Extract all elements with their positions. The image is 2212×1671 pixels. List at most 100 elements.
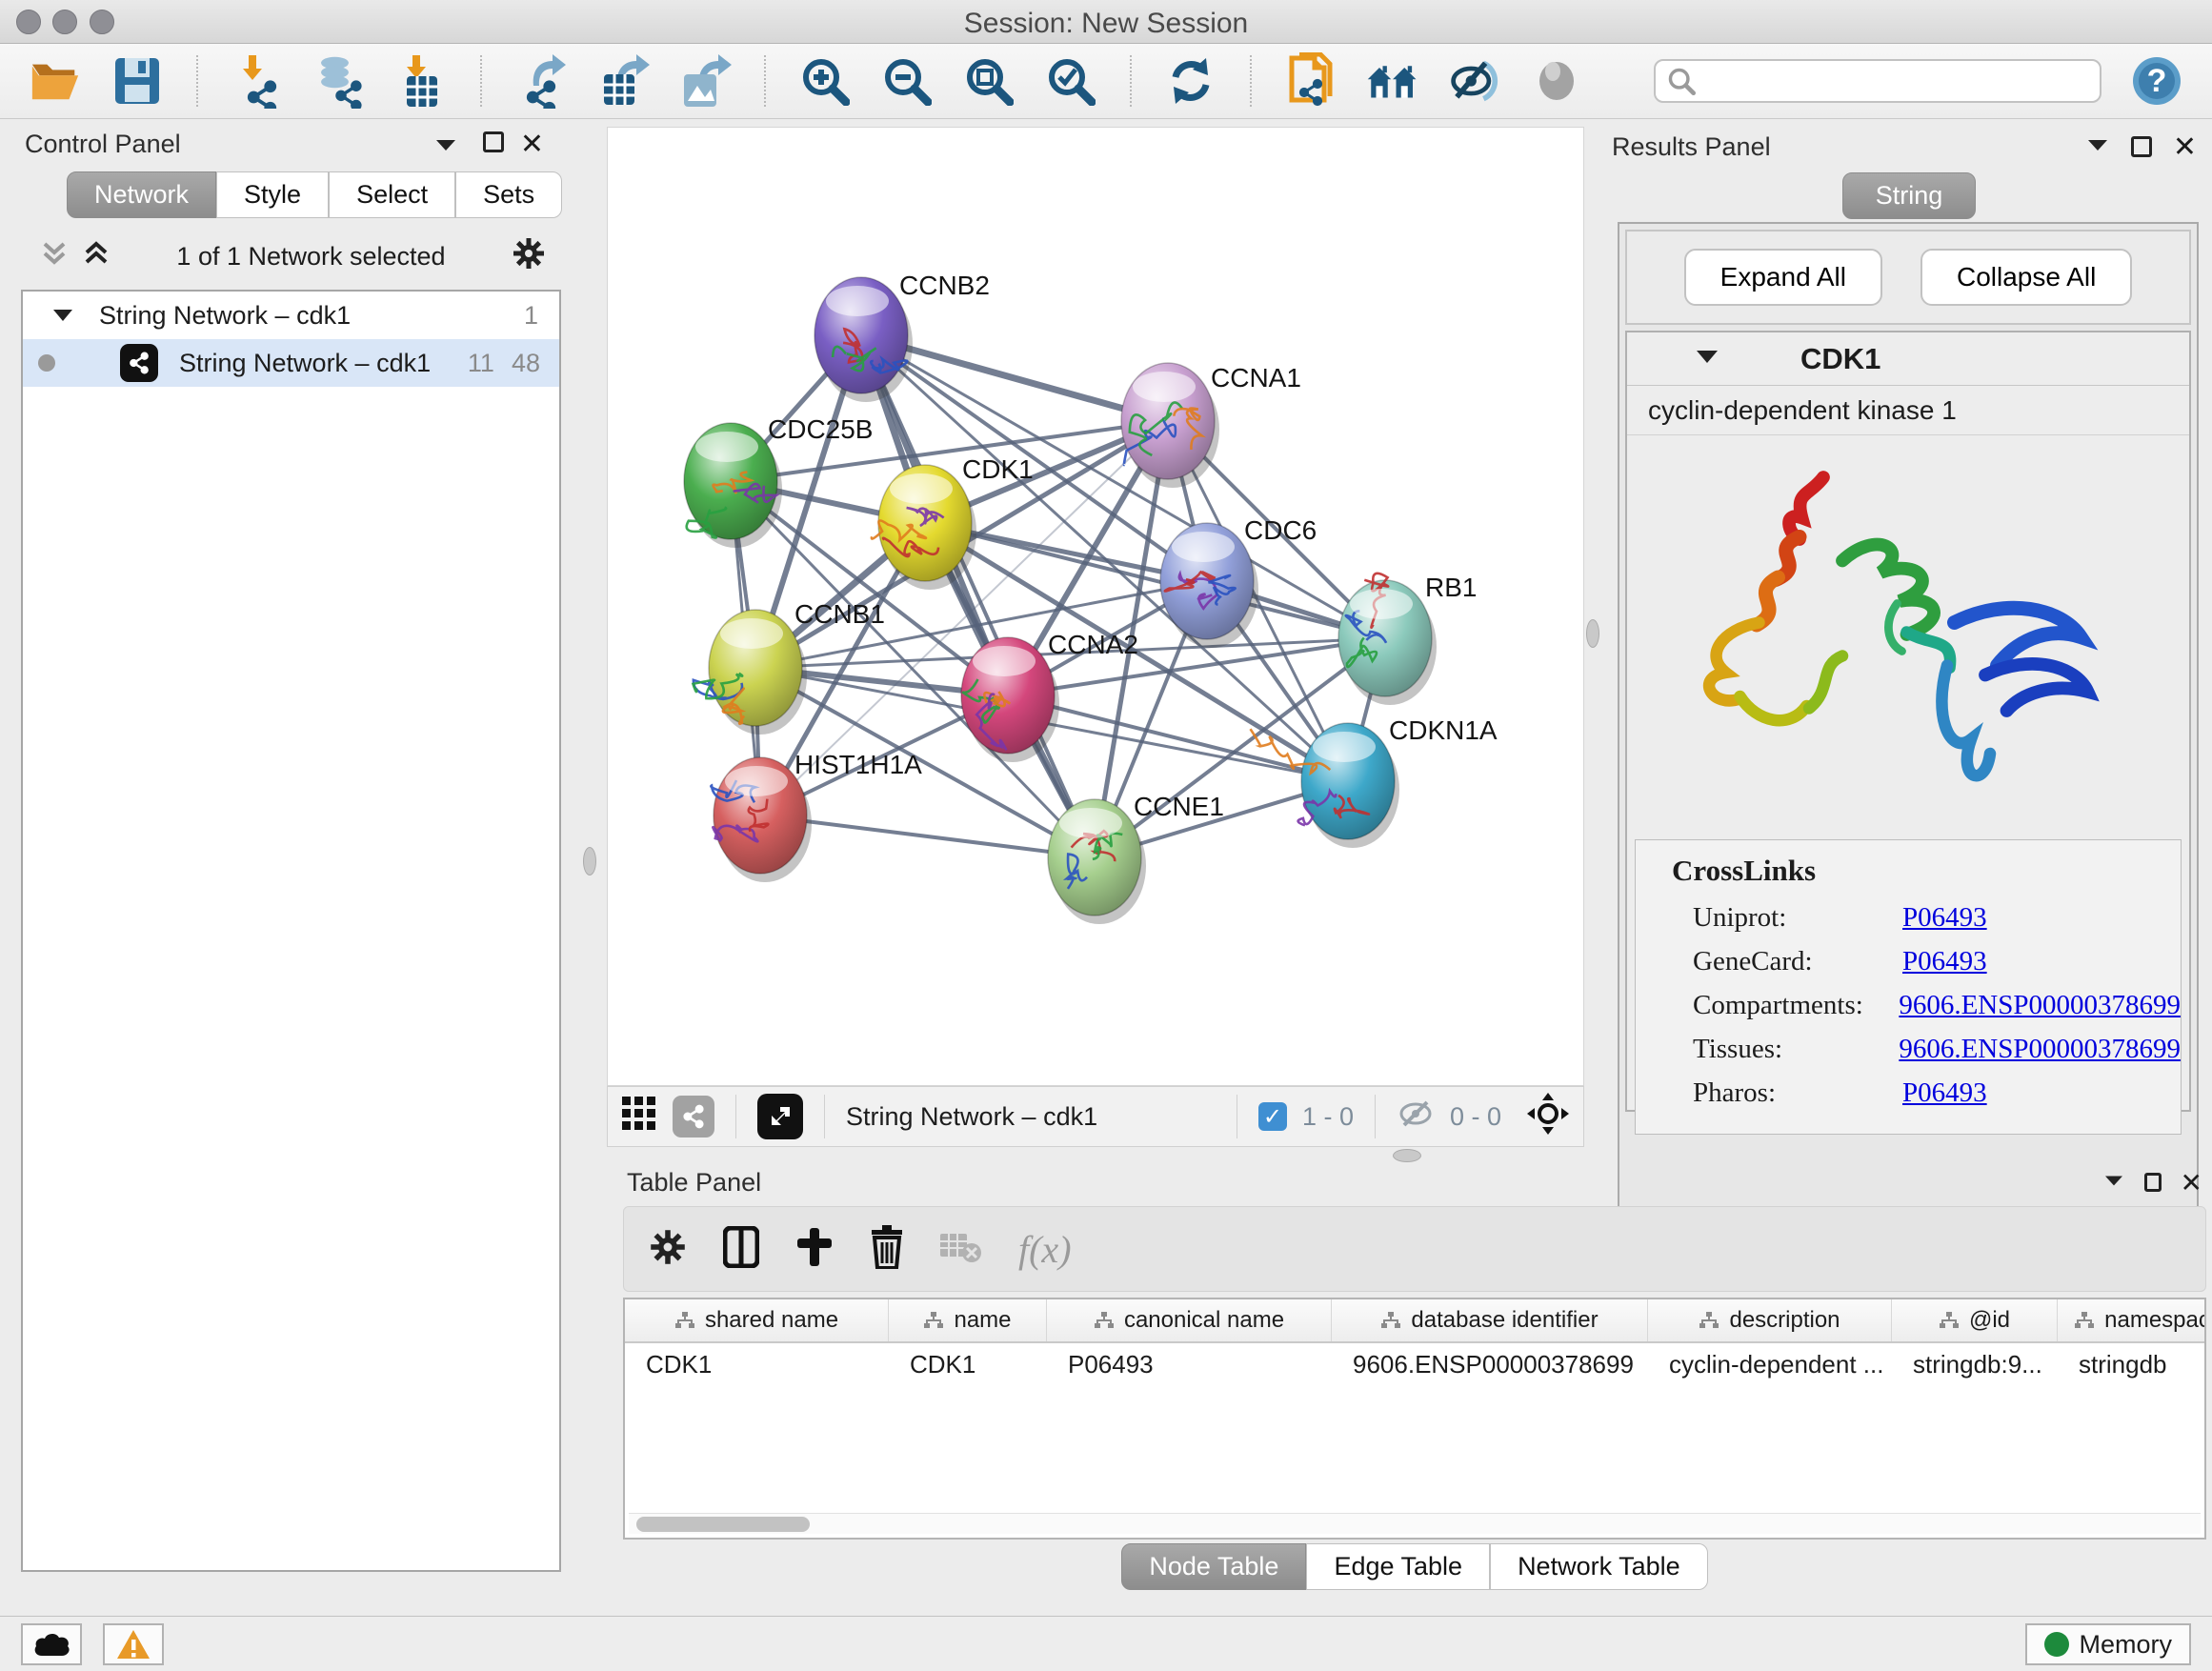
export-table-icon[interactable] — [596, 54, 650, 108]
column-header-description[interactable]: description — [1648, 1299, 1892, 1341]
cloud-button[interactable] — [21, 1623, 82, 1665]
tab-select[interactable]: Select — [329, 171, 455, 218]
memory-button[interactable]: Memory — [2025, 1623, 2191, 1665]
zoom-selected-icon[interactable] — [1044, 54, 1097, 108]
hide-show-icon[interactable] — [1448, 54, 1501, 108]
table-cell[interactable]: CDK1 — [889, 1350, 1047, 1379]
network-options-gear-icon[interactable] — [512, 236, 546, 276]
network-row-selected[interactable]: String Network – cdk1 11 48 — [23, 339, 559, 387]
node-table[interactable]: shared namenamecanonical namedatabase id… — [623, 1298, 2206, 1540]
network-node-ccnb1[interactable] — [694, 610, 808, 735]
column-header-namespac[interactable]: namespac — [2058, 1299, 2206, 1341]
collapse-all-chevron-icon[interactable] — [40, 240, 69, 273]
network-node-cdkn1a[interactable] — [1251, 723, 1400, 848]
horizontal-scrollbar[interactable] — [629, 1513, 2201, 1534]
network-node-ccna2[interactable] — [961, 637, 1059, 762]
tab-network-table[interactable]: Network Table — [1490, 1543, 1708, 1590]
crosslink-link[interactable]: 9606.ENSP00000378699 — [1899, 1034, 2181, 1065]
homes-icon[interactable] — [1366, 54, 1419, 108]
show-columns-icon[interactable] — [723, 1226, 759, 1273]
detach-view-icon[interactable] — [757, 1094, 803, 1139]
save-session-icon[interactable] — [111, 54, 164, 108]
tree-expand-icon[interactable] — [51, 301, 74, 331]
birdseye-share-icon[interactable] — [673, 1096, 714, 1137]
toolbar-separator — [1130, 55, 1132, 107]
scrollbar-thumb[interactable] — [636, 1517, 810, 1532]
column-header-canonical-name[interactable]: canonical name — [1047, 1299, 1332, 1341]
hierarchy-icon — [1380, 1311, 1401, 1330]
import-network-icon[interactable] — [231, 54, 284, 108]
gene-section-header[interactable]: CDK1 — [1627, 332, 2189, 386]
crosslink-link[interactable]: P06493 — [1902, 902, 1987, 934]
export-image-icon[interactable] — [678, 54, 732, 108]
results-panel-float-icon[interactable] — [2131, 136, 2152, 157]
zoom-out-icon[interactable] — [880, 54, 934, 108]
results-panel-close-icon[interactable]: ✕ — [2173, 131, 2197, 164]
control-panel-menu-icon[interactable] — [433, 135, 458, 159]
network-file-icon[interactable] — [1284, 54, 1337, 108]
tab-edge-table[interactable]: Edge Table — [1306, 1543, 1490, 1590]
crosslink-link[interactable]: P06493 — [1902, 946, 1987, 977]
crosslink-link[interactable]: 9606.ENSP00000378699 — [1899, 990, 2181, 1021]
network-view-title: String Network – cdk1 — [846, 1102, 1097, 1132]
column-header-name[interactable]: name — [889, 1299, 1047, 1341]
tab-style[interactable]: Style — [216, 171, 329, 218]
column-header-database-identifier[interactable]: database identifier — [1332, 1299, 1648, 1341]
export-network-icon[interactable] — [514, 54, 568, 108]
expand-all-chevron-icon[interactable] — [82, 240, 111, 273]
warning-button[interactable] — [103, 1623, 164, 1665]
zoom-fit-icon[interactable] — [962, 54, 1016, 108]
control-panel-close-icon[interactable]: ✕ — [520, 128, 544, 161]
table-cell[interactable]: cyclin-dependent ... — [1648, 1350, 1892, 1379]
table-options-gear-icon[interactable] — [649, 1228, 687, 1271]
expand-all-button[interactable]: Expand All — [1684, 249, 1882, 306]
tab-sets[interactable]: Sets — [455, 171, 562, 218]
refresh-layout-icon[interactable] — [1164, 54, 1217, 108]
tab-string[interactable]: String — [1842, 172, 1977, 219]
tab-network[interactable]: Network — [67, 171, 216, 218]
hidden-eye-icon[interactable] — [1397, 1099, 1435, 1135]
crosslink-link[interactable]: P06493 — [1902, 1077, 1987, 1109]
table-cell[interactable]: CDK1 — [625, 1350, 889, 1379]
right-splitter-handle[interactable] — [1586, 619, 1599, 648]
open-session-icon[interactable] — [29, 54, 82, 108]
network-collection-row[interactable]: String Network – cdk1 1 — [23, 292, 559, 339]
table-cell[interactable]: stringdb:9... — [1892, 1350, 2058, 1379]
import-table-icon[interactable] — [394, 54, 448, 108]
delete-column-icon[interactable] — [870, 1225, 904, 1274]
results-panel-menu-icon[interactable] — [2085, 135, 2110, 159]
selected-checkbox-icon[interactable]: ✓ — [1258, 1102, 1287, 1131]
collapse-all-button[interactable]: Collapse All — [1920, 249, 2132, 306]
table-panel-menu-icon[interactable] — [2102, 1172, 2125, 1194]
fit-selected-crosshair-icon[interactable] — [1526, 1092, 1570, 1142]
add-column-icon[interactable] — [795, 1226, 834, 1273]
column-header--id[interactable]: @id — [1892, 1299, 2058, 1341]
import-database-icon[interactable] — [312, 54, 366, 108]
footer-separator — [735, 1095, 736, 1138]
control-panel-float-icon[interactable] — [483, 131, 504, 152]
network-node-cdk1[interactable] — [872, 465, 976, 590]
table-panel-float-icon[interactable] — [2144, 1173, 2162, 1192]
table-row[interactable]: CDK1CDK1P064939606.ENSP00000378699cyclin… — [625, 1343, 2204, 1385]
network-canvas[interactable]: CCNB2CCNA1CDC25BCDK1CDC6RB1CCNB1CCNA2CDK… — [607, 127, 1584, 1086]
search-input[interactable] — [1703, 67, 2065, 96]
section-collapse-icon[interactable] — [1694, 347, 1720, 371]
eye-icon[interactable] — [1530, 54, 1583, 108]
bottom-splitter-handle[interactable] — [1393, 1149, 1421, 1162]
table-cell[interactable]: 9606.ENSP00000378699 — [1332, 1350, 1648, 1379]
table-cell[interactable]: stringdb — [2058, 1350, 2206, 1379]
hierarchy-icon — [1939, 1311, 1960, 1330]
table-panel-close-icon[interactable]: ✕ — [2181, 1167, 2202, 1198]
column-header-shared-name[interactable]: shared name — [625, 1299, 889, 1341]
help-icon[interactable]: ? — [2130, 54, 2183, 108]
network-node-ccnb2[interactable] — [814, 277, 913, 402]
network-node-ccna1[interactable] — [1121, 363, 1219, 488]
zoom-in-icon[interactable] — [798, 54, 852, 108]
left-splitter-handle[interactable] — [583, 847, 596, 876]
network-node-rb1[interactable] — [1338, 574, 1437, 705]
grid-view-icon[interactable] — [621, 1096, 657, 1138]
network-node-ccne1[interactable] — [1048, 799, 1146, 924]
table-cell[interactable]: P06493 — [1047, 1350, 1332, 1379]
tab-node-table[interactable]: Node Table — [1121, 1543, 1306, 1590]
column-label: @id — [1969, 1307, 2010, 1334]
